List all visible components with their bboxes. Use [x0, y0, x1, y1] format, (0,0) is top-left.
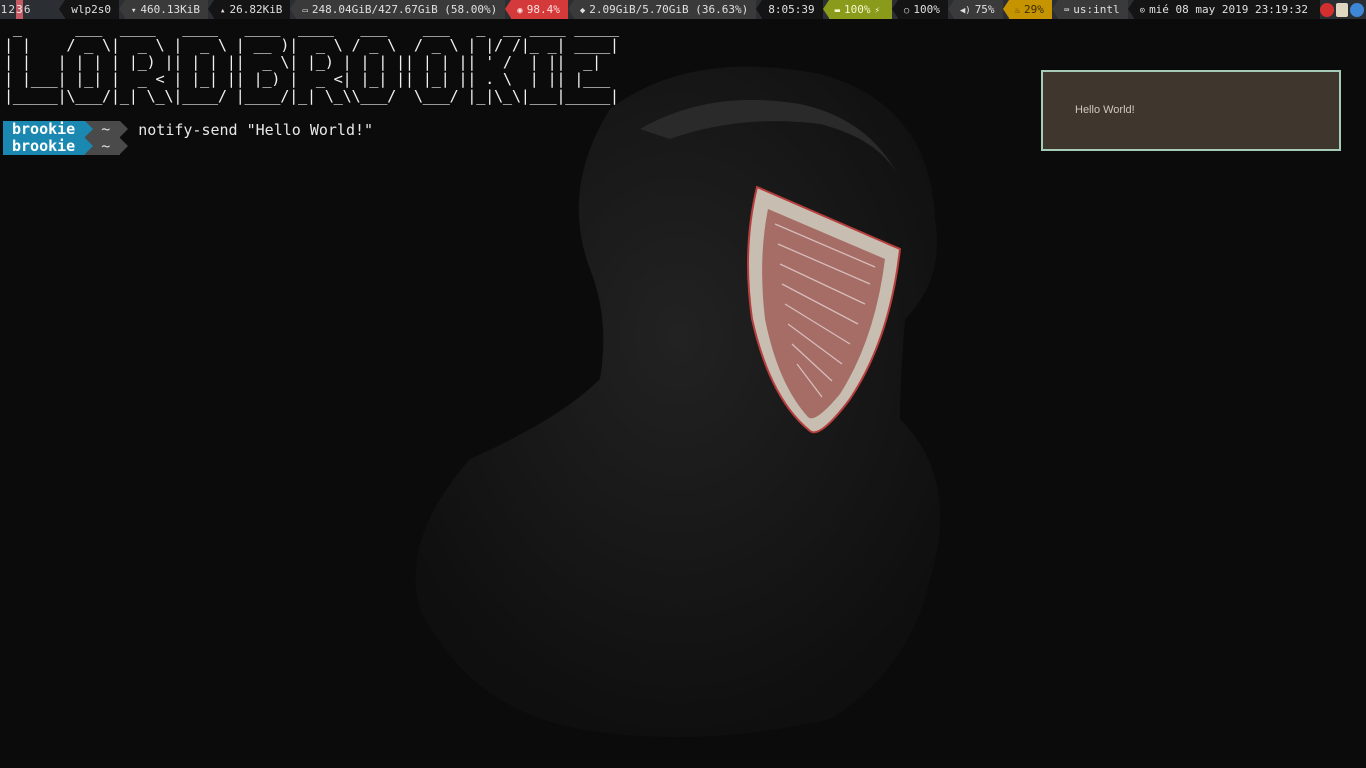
date-time: ⊙ mié 08 may 2019 23:19:32	[1127, 0, 1321, 19]
battery-icon: ▬	[834, 6, 840, 16]
network-interface: wlp2s0	[59, 0, 119, 19]
clipboard-icon[interactable]	[1336, 2, 1349, 17]
upload-speed: ▴ 26.82KiB	[207, 0, 291, 19]
prompt-user: brookie	[3, 138, 94, 155]
volume-icon: ◀)	[959, 6, 971, 16]
notification-popup[interactable]: Hello World!	[1041, 70, 1341, 151]
volume[interactable]: ◀) 75%	[947, 0, 1003, 19]
cpu-usage: ◉ 98.4%	[505, 0, 568, 19]
keyboard-layout[interactable]: ⌨ us:intl	[1051, 0, 1128, 19]
memory-usage: ◆ 2.09GiB/5.70GiB (36.63%)	[567, 0, 757, 19]
memory-icon: ◆	[579, 6, 586, 16]
disk-icon: ▭	[302, 6, 308, 16]
cpu-icon: ◉	[517, 6, 523, 16]
keyboard-icon: ⌨	[1063, 6, 1070, 16]
clock-icon: ⊙	[1139, 6, 1146, 16]
notification-body: Hello World!	[1075, 104, 1135, 116]
workspace-spacer	[31, 0, 59, 19]
temperature: ♨ 29%	[1002, 0, 1052, 19]
workspace-3[interactable]: 3	[15, 0, 24, 19]
terminal-prompts[interactable]: brookie ~ notify-send "Hello World!" bro…	[3, 121, 373, 155]
prompt-command: notify-send "Hello World!"	[138, 120, 374, 139]
charging-icon: ⚡	[874, 6, 880, 16]
brightness-icon: ○	[903, 6, 910, 16]
disk-usage: ▭ 248.04GiB/427.67GiB (58.00%)	[290, 0, 506, 19]
workspace-2[interactable]: 2	[8, 0, 16, 19]
ascii-banner: _ ___ ____ ____ ____ ____ ___ ___ _ __ _…	[4, 19, 619, 105]
prompt-line: brookie ~ notify-send "Hello World!"	[3, 120, 374, 139]
system-tray	[1320, 0, 1366, 19]
status-bar: 1 2 3 6 wlp2s0 ▾ 460.13KiB ▴ 26.82KiB ▭ 248…	[0, 0, 1366, 19]
brightness: ○ 100%	[891, 0, 948, 19]
uptime: 8:05:39	[756, 0, 823, 19]
terminal-window[interactable]: _ ___ ____ ____ ____ ____ ___ ___ _ __ _…	[4, 20, 619, 105]
download-arrow-icon: ▾	[131, 6, 137, 16]
upload-arrow-icon: ▴	[220, 6, 226, 16]
download-speed: ▾ 460.13KiB	[118, 0, 209, 19]
prompt-user: brookie	[3, 121, 94, 138]
mail-icon[interactable]	[1320, 2, 1335, 17]
prompt-line[interactable]: brookie ~	[3, 138, 373, 155]
battery: ▬ 100% ⚡	[822, 0, 892, 19]
thermometer-icon: ♨	[1014, 6, 1020, 16]
workspace-6[interactable]: 6	[23, 0, 31, 19]
user-icon[interactable]	[1350, 2, 1365, 17]
workspace-1[interactable]: 1	[0, 0, 8, 19]
